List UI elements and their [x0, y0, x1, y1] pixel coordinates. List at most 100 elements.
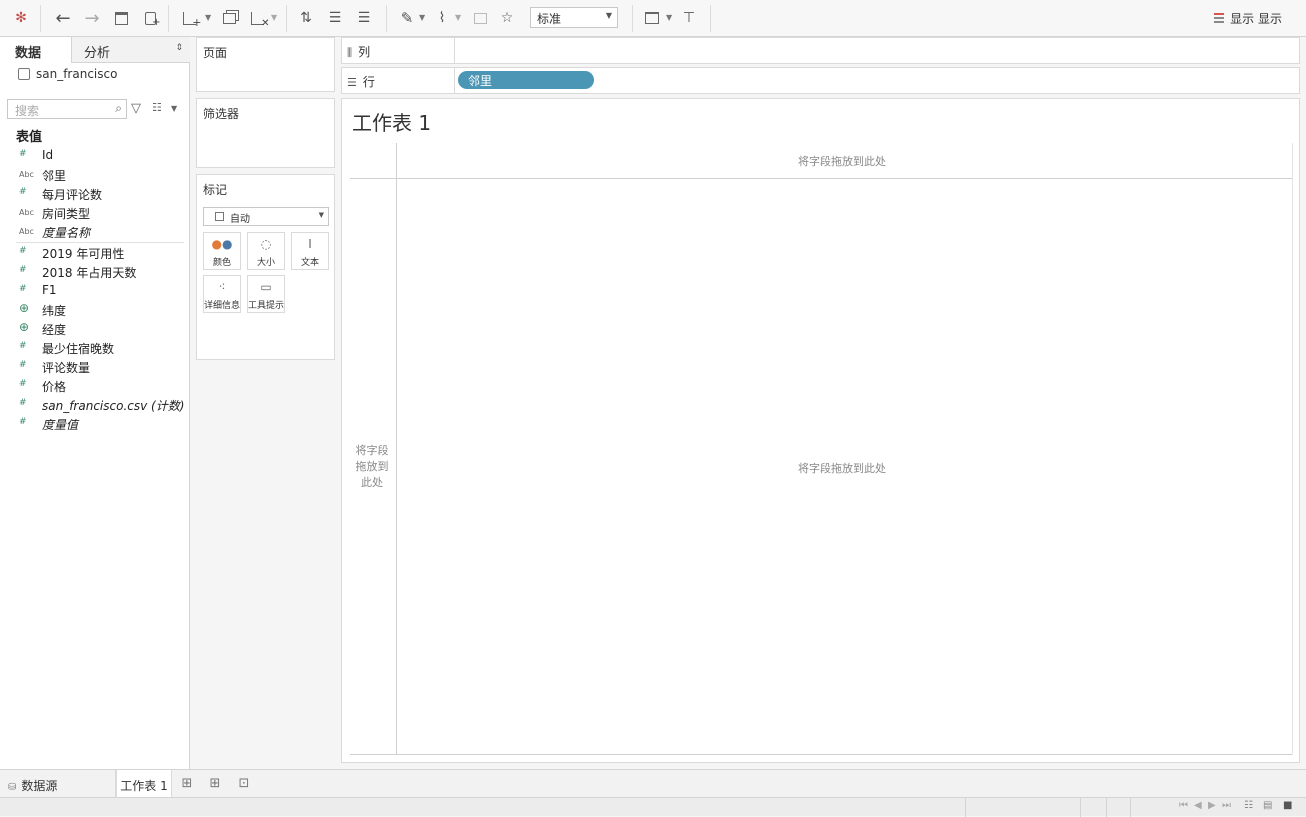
chevron-down-icon[interactable]: ▼	[666, 13, 672, 22]
new-story-icon[interactable]: ⊡	[233, 776, 255, 792]
clear-sheet-icon[interactable]: ✕	[245, 6, 270, 30]
show-cards-icon[interactable]	[640, 6, 664, 30]
swap-icon[interactable]: ⇅	[294, 6, 318, 30]
field-item[interactable]: #2018 年占用天数	[0, 262, 189, 281]
color-button[interactable]: ●● 颜色	[203, 232, 241, 270]
tabs-view-icon[interactable]: ■	[1283, 800, 1292, 811]
datasource-item[interactable]: san_francisco	[18, 67, 117, 81]
highlight-icon[interactable]: ✎	[395, 6, 419, 30]
status-bar: ⏮ ◀ ▶ ⏭ ☷ ▤ ■	[0, 797, 1306, 817]
tableau-logo-icon[interactable]: ✻	[9, 6, 33, 30]
field-item[interactable]: # F1	[0, 281, 189, 300]
field-name: F1	[42, 283, 57, 297]
field-item[interactable]: # 每月评论数	[0, 184, 189, 203]
detail-button[interactable]: ⁖ 详细信息	[203, 275, 241, 313]
field-name: 度量名称	[42, 226, 91, 240]
field-name: 房间类型	[42, 207, 91, 221]
field-item[interactable]: # 评论数量	[0, 357, 189, 376]
columns-label: 列	[358, 45, 371, 59]
field-item[interactable]: ⊕ 经度	[0, 319, 189, 338]
field-name: 度量值	[42, 418, 79, 432]
number-type-icon: #	[19, 341, 27, 351]
chevron-down-icon[interactable]: ▼	[171, 104, 177, 113]
sheet-title[interactable]: 工作表 1	[352, 107, 431, 136]
redo-icon[interactable]: →	[80, 6, 104, 30]
chevron-down-icon[interactable]: ▼	[419, 13, 425, 22]
sort-descending-icon[interactable]: ☰	[352, 6, 376, 30]
search-input[interactable]: 搜索 ⌕	[7, 99, 127, 119]
datasource-icon	[18, 68, 30, 80]
chevron-down-icon[interactable]: ▼	[271, 13, 277, 22]
view-list-icon[interactable]: ☷	[152, 101, 162, 114]
field-name: san_francisco.csv (计数)	[42, 399, 185, 413]
field-item[interactable]: # Id	[0, 146, 189, 165]
drop-zone-rows[interactable]: 将字段拖放到此处	[352, 443, 392, 491]
save-icon[interactable]	[109, 6, 133, 30]
tab-worksheet[interactable]: 工作表 1	[116, 770, 172, 798]
tab-datasource[interactable]: ⛁ 数据源	[0, 770, 116, 797]
new-worksheet-icon[interactable]: +	[177, 6, 202, 30]
fit-select[interactable]: 标准 ▼	[530, 7, 618, 28]
field-item[interactable]: # san_francisco.csv (计数)	[0, 395, 189, 414]
field-item[interactable]: Abc 度量名称	[0, 222, 189, 241]
tab-datasource-label: 数据源	[21, 779, 58, 793]
next-sheet-icon[interactable]: ▶	[1208, 800, 1216, 811]
tab-data[interactable]: 数据	[0, 37, 71, 63]
toolbar-divider	[40, 5, 41, 32]
square-mark-icon	[215, 212, 224, 221]
duplicate-sheet-icon[interactable]	[217, 6, 241, 30]
tab-analysis[interactable]: 分析 ⇕	[71, 37, 190, 63]
field-name: 经度	[42, 323, 67, 337]
undo-icon[interactable]: ←	[51, 6, 75, 30]
chevron-down-icon[interactable]: ▼	[205, 13, 211, 22]
string-type-icon: Abc	[19, 170, 34, 179]
marks-type-select[interactable]: 自动 ▼	[203, 207, 329, 226]
columns-shelf[interactable]: ⫼ 列	[341, 37, 1300, 64]
field-item[interactable]: Abc 邻里	[0, 165, 189, 184]
sort-ascending-icon[interactable]: ☰	[323, 6, 347, 30]
text-button[interactable]: Ⅰ 文本	[291, 232, 329, 270]
field-name: 评论数量	[42, 361, 91, 375]
rows-pill[interactable]: 邻里	[458, 71, 594, 89]
field-item[interactable]: #2019 年可用性	[0, 243, 189, 262]
rows-shelf[interactable]: ☰ 行 邻里	[341, 67, 1300, 94]
size-button[interactable]: ◌ 大小	[247, 232, 285, 270]
field-item[interactable]: # 度量值	[0, 414, 189, 433]
new-datasource-icon[interactable]: +	[138, 6, 162, 30]
field-item[interactable]: # 价格	[0, 376, 189, 395]
number-type-icon: #	[19, 246, 27, 256]
field-item[interactable]: ⊕ 纬度	[0, 300, 189, 319]
grid-view-icon[interactable]: ☷	[1244, 800, 1253, 811]
field-name: 每月评论数	[42, 188, 103, 202]
field-item[interactable]: Abc 房间类型	[0, 203, 189, 222]
sort-arrows-icon[interactable]: ⇕	[175, 43, 183, 53]
chevron-down-icon[interactable]: ▼	[455, 13, 461, 22]
last-sheet-icon[interactable]: ⏭	[1222, 800, 1231, 811]
first-sheet-icon[interactable]: ⏮	[1179, 800, 1188, 811]
new-dashboard-icon[interactable]: ⊞	[204, 776, 226, 792]
drop-zone-columns[interactable]: 将字段拖放到此处	[742, 153, 942, 169]
worksheet-canvas: 工作表 1 将字段拖放到此处 将字段拖放到此处 将字段拖放到此处	[341, 98, 1300, 763]
filter-icon[interactable]: ▽	[131, 101, 141, 116]
toolbar-divider	[386, 5, 387, 32]
filters-card[interactable]: 筛选器	[196, 98, 335, 168]
number-type-icon: #	[19, 265, 27, 275]
field-name: 2019 年可用性	[42, 247, 125, 261]
prev-sheet-icon[interactable]: ◀	[1194, 800, 1202, 811]
filmstrip-view-icon[interactable]: ▤	[1263, 800, 1272, 811]
annotate-icon[interactable]: ⌇	[430, 6, 454, 30]
presentation-icon[interactable]: ⊤	[677, 6, 701, 30]
field-item[interactable]: # 最少住宿晚数	[0, 338, 189, 357]
chevron-down-icon: ▼	[318, 211, 324, 219]
toolbar-divider	[632, 5, 633, 32]
pages-card-title: 页面	[203, 46, 228, 60]
show-me-button[interactable]: 显示 显示	[1214, 10, 1282, 27]
filters-card-title: 筛选器	[203, 107, 240, 121]
drop-zone-view[interactable]: 将字段拖放到此处	[742, 460, 942, 476]
pin-icon[interactable]: ☆	[495, 6, 519, 30]
size-button-label: 大小	[256, 258, 275, 268]
pages-card[interactable]: 页面	[196, 37, 335, 92]
new-worksheet-icon[interactable]: ⊞	[176, 776, 198, 792]
tooltip-button[interactable]: ▭ 工具提示	[247, 275, 285, 313]
fix-axes-icon[interactable]	[468, 6, 492, 30]
